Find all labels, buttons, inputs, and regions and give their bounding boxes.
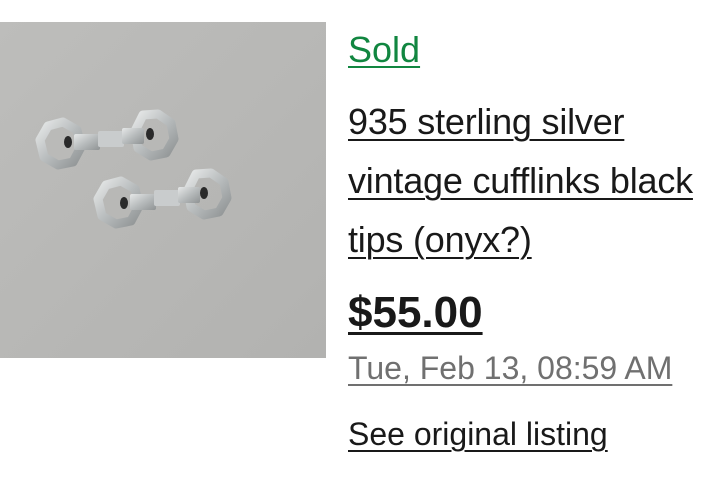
see-original-listing-link[interactable]: See original listing	[348, 411, 608, 457]
listing-title-link[interactable]: 935 sterling silver vintage cufflinks bl…	[348, 92, 708, 269]
sold-status-link[interactable]: Sold	[348, 26, 708, 74]
listing-info: Sold 935 sterling silver vintage cufflin…	[348, 26, 708, 457]
cufflinks-photo	[0, 22, 326, 358]
sold-date[interactable]: Tue, Feb 13, 08:59 AM	[348, 345, 672, 391]
listing-photo[interactable]	[0, 22, 326, 358]
sold-price[interactable]: $55.00	[348, 285, 483, 341]
sold-listing-card: Sold 935 sterling silver vintage cufflin…	[0, 0, 720, 482]
